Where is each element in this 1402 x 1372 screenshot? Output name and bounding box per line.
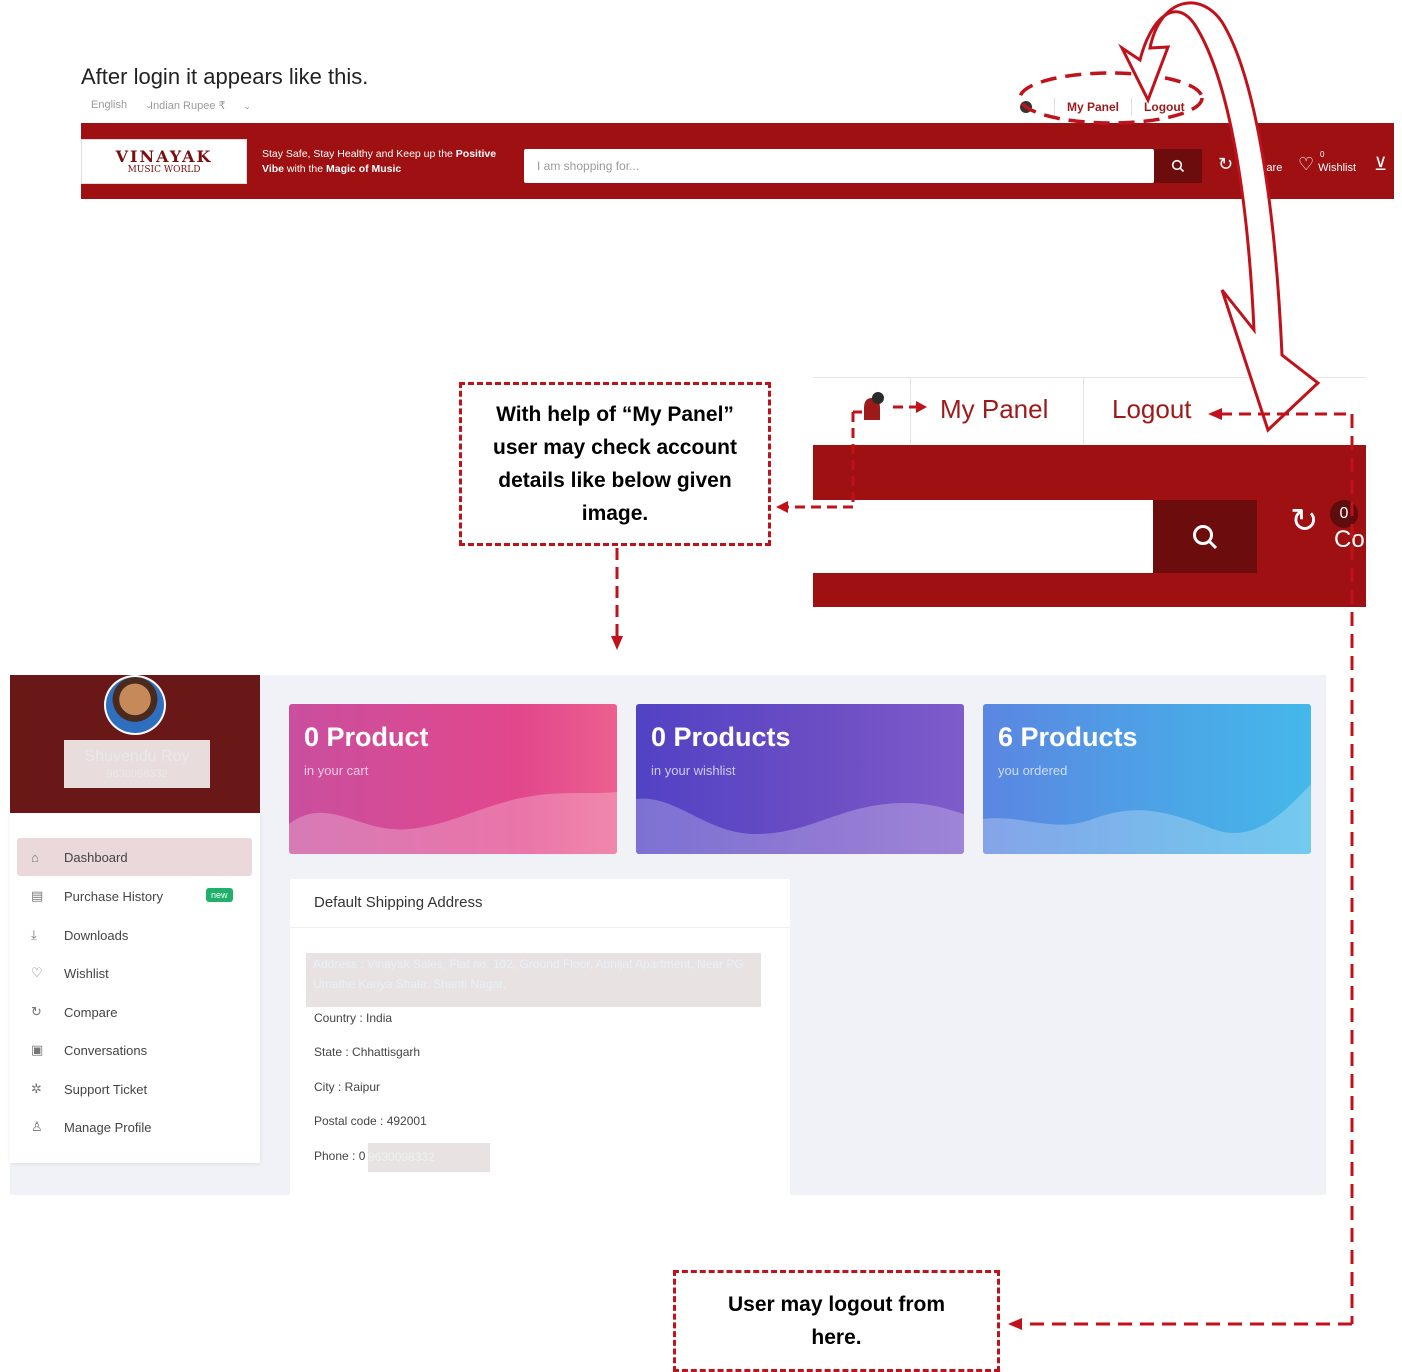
- shipping-address: Address : Vinayak Sales, Flat no. 102, G…: [306, 953, 761, 1007]
- shipping-country: Country : India: [314, 1011, 393, 1025]
- sidebar-item-conversations[interactable]: ▣ Conversations: [17, 1031, 252, 1069]
- zoomed-search-input[interactable]: [813, 500, 1153, 573]
- zoomed-search-button[interactable]: [1153, 500, 1257, 573]
- support-icon: ✲: [31, 1081, 42, 1096]
- compare-icon: ↻: [1218, 154, 1234, 174]
- profile-phone: 9630098332: [106, 768, 168, 780]
- zoom-arrow: [1118, 1, 1321, 433]
- shipping-city: City : Raipur: [314, 1080, 381, 1094]
- user-icon: ♙: [31, 1119, 43, 1134]
- sidebar-item-downloads[interactable]: ⤓ Downloads: [17, 916, 252, 954]
- avatar: [104, 675, 166, 735]
- cart-link[interactable]: ⊻: [1374, 154, 1391, 174]
- bell-icon[interactable]: [1020, 101, 1032, 113]
- cart-stat-card: 0 Product in your cart: [289, 704, 617, 854]
- download-icon: ⤓: [31, 927, 37, 942]
- sidebar-item-purchase-history[interactable]: ▤ Purchase History new: [17, 877, 252, 915]
- file-icon: ▤: [31, 888, 44, 903]
- compare-link[interactable]: ↻ 0 Compare: [1218, 150, 1282, 174]
- wishlist-stat-card: 0 Products in your wishlist: [636, 704, 964, 854]
- heart-icon: ♡: [1298, 154, 1315, 174]
- sidebar-item-wishlist[interactable]: ♡ Wishlist: [17, 954, 252, 992]
- stat-value: 0 Product: [304, 722, 429, 752]
- stat-value: 0 Products: [651, 722, 791, 752]
- refresh-icon: ↻: [31, 1004, 42, 1019]
- shipping-title: Default Shipping Address: [314, 894, 483, 911]
- search-button[interactable]: [1154, 149, 1202, 183]
- wishlist-link[interactable]: ♡ 0 Wishlist: [1298, 150, 1356, 174]
- profile-name: Shuvendu Roy: [84, 748, 190, 765]
- sidebar-item-compare[interactable]: ↻ Compare: [17, 993, 252, 1031]
- stat-caption: in your cart: [304, 763, 369, 778]
- zoomed-topbar: [813, 377, 1366, 445]
- logout-link[interactable]: Logout: [1144, 100, 1185, 114]
- user-topbar: My Panel Logout: [1020, 96, 1185, 118]
- shipping-postal: Postal code : 492001: [314, 1114, 427, 1128]
- zoomed-my-panel-link[interactable]: My Panel: [940, 394, 1048, 425]
- profile-name-box: Shuvendu Roy 9630098332: [64, 740, 210, 788]
- header-tagline: Stay Safe, Stay Healthy and Keep up the …: [262, 148, 497, 175]
- sidebar-item-support-ticket[interactable]: ✲ Support Ticket: [17, 1070, 252, 1108]
- cart-icon: ⊻: [1374, 154, 1388, 174]
- my-panel-note: With help of “My Panel” user may check a…: [459, 382, 771, 546]
- site-logo[interactable]: VINAYAK MUSIC WORLD: [81, 139, 247, 184]
- search-input[interactable]: I am shopping for...: [524, 149, 1154, 183]
- chat-icon: ▣: [31, 1042, 44, 1057]
- zoomed-logout-link[interactable]: Logout: [1112, 394, 1192, 425]
- sidebar-item-dashboard[interactable]: ⌂ Dashboard: [17, 838, 252, 876]
- currency-selector[interactable]: Indian Rupee ₹ ⌄: [150, 99, 269, 112]
- intro-caption: After login it appears like this.: [81, 64, 369, 89]
- stat-caption: in your wishlist: [651, 763, 736, 778]
- heart-icon: ♡: [31, 965, 43, 980]
- my-panel-link[interactable]: My Panel: [1067, 100, 1119, 114]
- new-badge: new: [206, 888, 233, 902]
- shipping-state: State : Chhattisgarh: [314, 1045, 421, 1059]
- search-icon: [1193, 524, 1218, 549]
- stat-caption: you ordered: [998, 763, 1068, 778]
- compare-icon: ↻: [1290, 502, 1319, 540]
- logout-note: User may logout from here.: [673, 1270, 1000, 1372]
- shipping-phone-label: Phone : 0: [314, 1149, 366, 1163]
- home-icon: ⌂: [31, 849, 39, 865]
- stat-value: 6 Products: [998, 722, 1138, 752]
- shipping-phone: 9630098332: [368, 1143, 490, 1172]
- orders-stat-card: 6 Products you ordered: [983, 704, 1311, 854]
- sidebar-item-manage-profile[interactable]: ♙ Manage Profile: [17, 1108, 252, 1146]
- search-icon: [1171, 159, 1185, 173]
